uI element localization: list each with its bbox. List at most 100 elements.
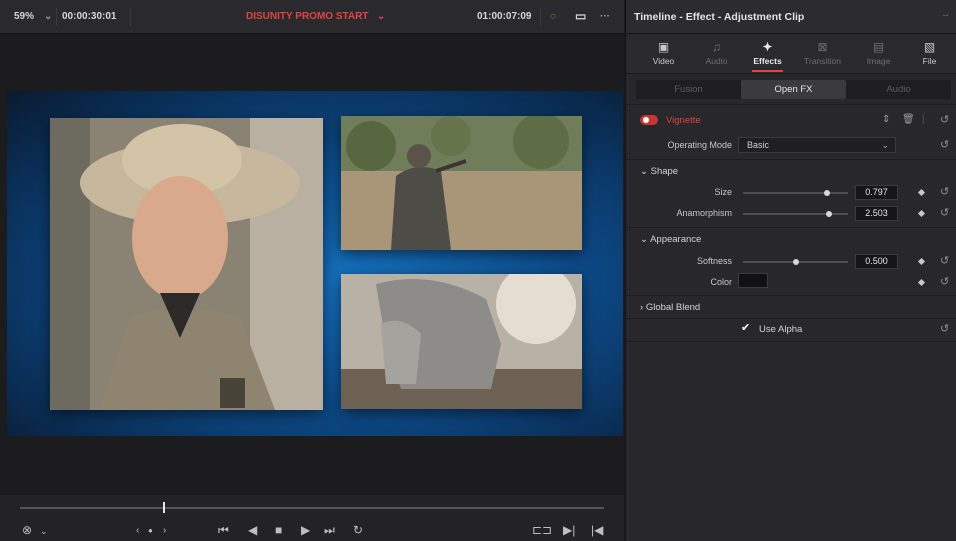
trash-icon[interactable]: 🗑: [902, 114, 915, 125]
inspector-tabs: ▣ Video ♫ Audio ✦ Effects ⊠ Transition ▤ Imag…: [626, 34, 956, 74]
size-input[interactable]: 0.797: [855, 185, 898, 200]
file-icon: ▧: [923, 40, 936, 54]
section-global-blend[interactable]: › Global Blend: [640, 302, 700, 313]
color-keyframe-icon[interactable]: [917, 278, 926, 287]
divider: [626, 104, 956, 105]
effects-subtabs: Fusion Open FX Audio: [636, 80, 951, 99]
tab-image[interactable]: ▤ Image: [851, 34, 906, 74]
first-frame-icon[interactable]: ⏮: [218, 523, 229, 538]
tab-video[interactable]: ▣ Video: [636, 34, 691, 74]
more-options-icon[interactable]: ···: [600, 11, 610, 22]
anamorphism-slider-knob[interactable]: [826, 211, 832, 217]
color-swatch[interactable]: [738, 273, 768, 288]
softness-keyframe-icon[interactable]: [917, 257, 926, 266]
fx-chevron-icon[interactable]: ⌄: [40, 526, 48, 537]
anamorphism-slider[interactable]: [743, 211, 848, 217]
playhead[interactable]: [163, 502, 165, 513]
reorder-icon[interactable]: ⇕: [882, 114, 890, 125]
zoom-chevron-icon[interactable]: ⌄: [44, 11, 52, 22]
divider: [56, 8, 57, 26]
mark-in-icon[interactable]: ▶|: [563, 523, 575, 537]
softness-slider-knob[interactable]: [792, 259, 799, 265]
size-slider[interactable]: [743, 190, 848, 196]
chevron-down-icon: ⌄: [881, 140, 889, 150]
last-frame-icon[interactable]: ⏭: [324, 523, 335, 538]
anamorphism-keyframe-icon[interactable]: [917, 209, 926, 218]
effect-enable-toggle[interactable]: [640, 115, 658, 125]
tab-audio[interactable]: ♫ Audio: [689, 34, 744, 74]
divider: [626, 295, 956, 296]
softness-label: Softness: [696, 256, 732, 266]
anamorphism-input[interactable]: 2.503: [855, 206, 898, 221]
use-alpha-label: Use Alpha: [759, 324, 803, 335]
subtab-audio[interactable]: Audio: [846, 80, 951, 99]
operating-mode-select[interactable]: Basic ⌄: [738, 137, 896, 153]
viewer-mode-icon[interactable]: ▭: [575, 9, 586, 23]
size-slider-knob[interactable]: [823, 190, 830, 196]
transport-bar: ⊗ ⌄ ‹ ● › ⏮ ◀ ■ ▶ ⏭ ↻ ⊏⊐ ▶| |◀: [0, 495, 624, 541]
color-reset-icon[interactable]: ↺: [940, 275, 949, 288]
timecode-current: 01:00:07:09: [477, 11, 532, 22]
section-shape[interactable]: ⌄ Shape: [640, 166, 678, 177]
size-reset-icon[interactable]: ↺: [940, 185, 949, 198]
softness-slider[interactable]: [743, 259, 848, 265]
subtab-open-fx[interactable]: Open FX: [741, 80, 846, 99]
timecode-duration: 00:00:30:01: [62, 11, 117, 22]
inspector-title: Timeline - Effect - Adjustment Clip: [634, 11, 805, 23]
jog-dot-icon[interactable]: ●: [148, 526, 153, 535]
match-frame-icon[interactable]: ⊏⊐: [532, 523, 552, 537]
anamorphism-label: Anamorphism: [676, 208, 732, 218]
subtab-fusion[interactable]: Fusion: [636, 80, 741, 99]
size-keyframe-icon[interactable]: [917, 188, 926, 197]
operating-mode-reset-icon[interactable]: ↺: [940, 138, 949, 151]
inspector-options-icon[interactable]: ··: [942, 10, 949, 21]
chevron-down-icon: ⌄: [640, 234, 651, 245]
title-chevron-icon[interactable]: ⌄: [377, 11, 385, 22]
stop-icon[interactable]: ■: [275, 523, 282, 537]
mark-out-icon[interactable]: |◀: [591, 523, 603, 537]
viewer-panel: 59% ⌄ 00:00:30:01 DISUNITY PROMO START ⌄…: [0, 0, 624, 541]
section-appearance[interactable]: ⌄ Appearance: [640, 234, 701, 245]
color-label: Color: [710, 277, 732, 287]
music-note-icon: ♫: [712, 40, 721, 54]
effect-name[interactable]: Vignette: [666, 115, 701, 126]
jog-prev-icon[interactable]: ‹: [136, 525, 139, 536]
divider: [626, 341, 956, 342]
tab-transition[interactable]: ⊠ Transition: [795, 34, 850, 74]
softness-input[interactable]: 0.500: [855, 254, 898, 269]
zoom-level[interactable]: 59%: [14, 11, 34, 22]
divider: |: [922, 114, 925, 125]
photo-hunter: [341, 116, 582, 250]
effect-reset-icon[interactable]: ↺: [940, 113, 949, 126]
play-icon[interactable]: ▶: [301, 523, 310, 537]
resolve-window: 59% ⌄ 00:00:30:01 DISUNITY PROMO START ⌄…: [0, 0, 956, 541]
divider: [130, 8, 131, 26]
timeline-title[interactable]: DISUNITY PROMO START: [246, 11, 368, 22]
softness-reset-icon[interactable]: ↺: [940, 254, 949, 267]
photo-rhino: [341, 274, 582, 409]
film-icon: ▣: [657, 40, 670, 54]
divider: [626, 227, 956, 228]
use-alpha-reset-icon[interactable]: ↺: [940, 322, 949, 335]
use-alpha-checkbox[interactable]: ✔: [741, 323, 751, 334]
image-icon: ▤: [872, 40, 885, 54]
reverse-play-icon[interactable]: ◀: [248, 523, 257, 537]
divider: [540, 8, 541, 26]
video-canvas: [7, 91, 623, 436]
inspector-panel: Timeline - Effect - Adjustment Clip ·· ▣…: [625, 0, 956, 541]
transition-icon: ⊠: [817, 40, 828, 54]
tab-file[interactable]: ▧ File: [902, 34, 956, 74]
scrubber-track[interactable]: [20, 507, 604, 509]
tab-effects[interactable]: ✦ Effects: [740, 34, 795, 74]
anamorphism-reset-icon[interactable]: ↺: [940, 206, 949, 219]
jog-next-icon[interactable]: ›: [163, 525, 166, 536]
color-wheel-icon[interactable]: ◌: [550, 11, 556, 22]
viewer-toolbar: 59% ⌄ 00:00:30:01 DISUNITY PROMO START ⌄…: [0, 0, 624, 34]
photo-woman-hat: [50, 118, 323, 410]
divider: [626, 318, 956, 319]
effect-header: Vignette ⇕ 🗑 | ↺: [626, 110, 956, 132]
operating-mode-label: Operating Mode: [667, 140, 732, 150]
loop-icon[interactable]: ↻: [353, 523, 363, 537]
operating-mode-value: Basic: [747, 140, 770, 150]
fx-icon[interactable]: ⊗: [22, 523, 32, 537]
